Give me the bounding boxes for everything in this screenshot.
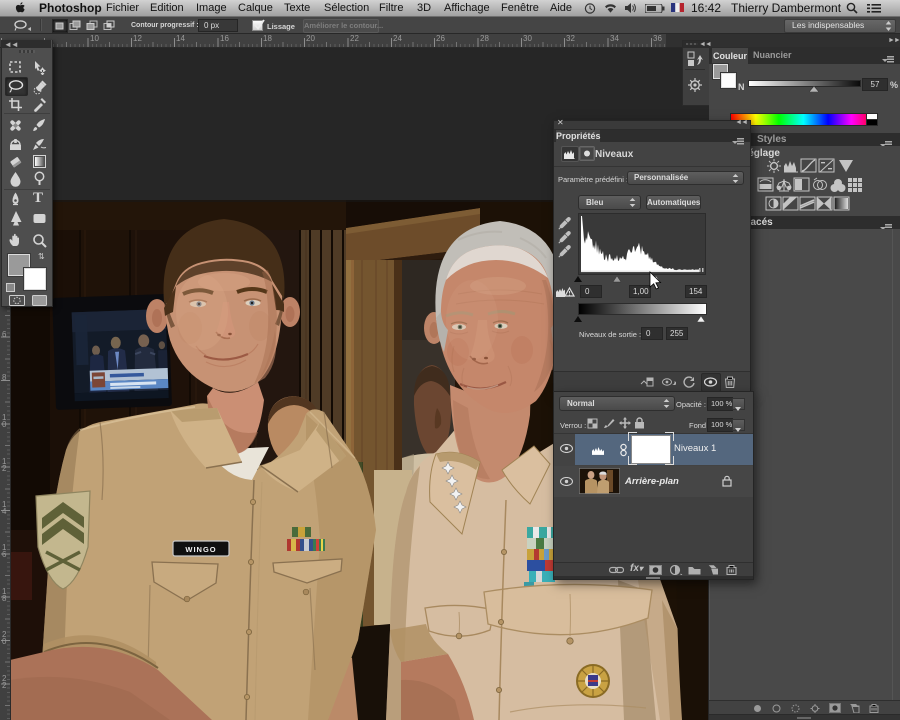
svg-text:WINGO: WINGO <box>185 545 216 554</box>
